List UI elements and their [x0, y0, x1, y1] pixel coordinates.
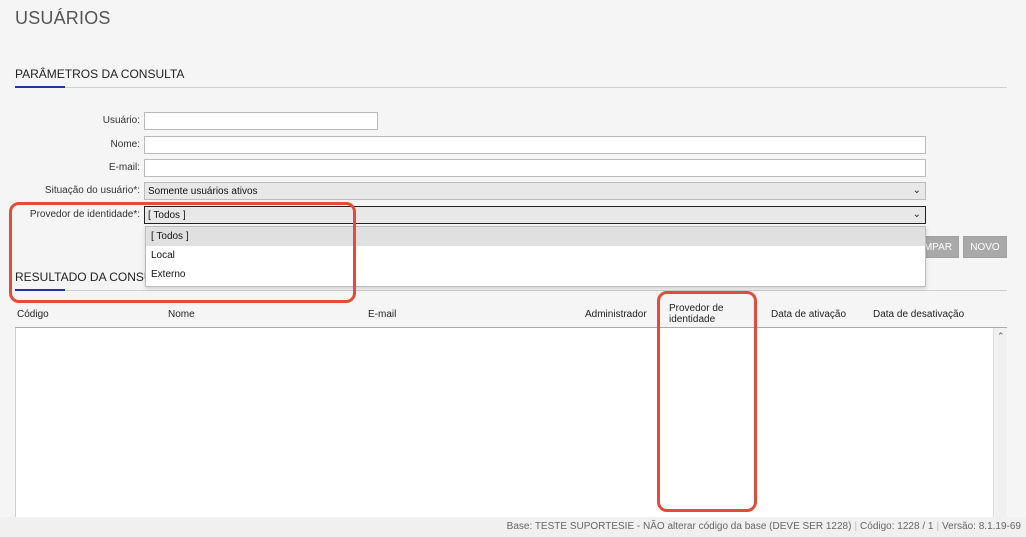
situacao-label: Situação do usuário*: [44, 185, 140, 196]
status-codigo: Código: 1228 / 1 [860, 521, 934, 532]
results-grid-body [15, 328, 993, 518]
page-title: USUÁRIOS [15, 8, 111, 28]
col-provedor[interactable]: Provedor de identidade [669, 303, 759, 325]
dropdown-option-externo[interactable]: Externo [146, 265, 925, 284]
status-versao: Versão: 8.1.19-69 [942, 521, 1021, 532]
col-codigo[interactable]: Código [17, 309, 49, 320]
col-data-desativacao[interactable]: Data de desativação [873, 309, 964, 320]
nome-input[interactable] [144, 136, 926, 154]
status-separator: | [854, 521, 858, 532]
dropdown-option-local[interactable]: Local [146, 246, 925, 265]
situacao-row: Situação do usuário*: Somente usuários a… [0, 182, 1026, 200]
dropdown-option-todos[interactable]: [ Todos ] [146, 227, 925, 246]
situacao-select-value: Somente usuários ativos [148, 186, 258, 197]
status-separator: | [936, 521, 940, 532]
provedor-label: Provedor de identidade*: [29, 209, 140, 220]
scroll-up-icon[interactable]: ⌃ [997, 331, 1005, 342]
provedor-dropdown-list: [ Todos ] Local Externo [145, 226, 926, 287]
params-section-title: PARÂMETROS DA CONSULTA [15, 67, 185, 81]
situacao-select[interactable]: Somente usuários ativos ⌄ [144, 182, 926, 200]
email-input[interactable] [144, 159, 926, 177]
col-email[interactable]: E-mail [368, 309, 396, 320]
email-label: E-mail: [108, 162, 140, 173]
section-accent-line [15, 86, 65, 88]
grid-scrollbar[interactable]: ⌃ [993, 328, 1007, 518]
novo-button[interactable]: NOVO [963, 236, 1007, 258]
results-grid-header: Código Nome E-mail Administrador Provedo… [15, 291, 1007, 328]
provedor-row: Provedor de identidade*: [ Todos ] ⌄ [0, 206, 1026, 224]
nome-row: Nome: [0, 136, 1026, 154]
chevron-down-icon: ⌄ [912, 185, 921, 196]
status-base: Base: TESTE SUPORTESIE - NÃO alterar cód… [506, 521, 852, 532]
col-administrador[interactable]: Administrador [585, 309, 647, 320]
nome-label: Nome: [110, 139, 140, 150]
params-section-header: PARÂMETROS DA CONSULTA [15, 67, 1007, 88]
col-data-ativacao[interactable]: Data de ativação [771, 309, 846, 320]
email-row: E-mail: [0, 159, 1026, 177]
usuario-row: Usuário: [0, 112, 1026, 130]
provedor-select-value: [ Todos ] [148, 210, 186, 221]
provedor-select[interactable]: [ Todos ] ⌄ [144, 206, 926, 224]
col-nome[interactable]: Nome [168, 309, 195, 320]
chevron-down-icon: ⌄ [912, 209, 921, 220]
usuario-label: Usuário: [102, 115, 140, 126]
usuario-input[interactable] [144, 112, 378, 130]
status-bar: Base: TESTE SUPORTESIE - NÃO alterar cód… [0, 517, 1026, 537]
